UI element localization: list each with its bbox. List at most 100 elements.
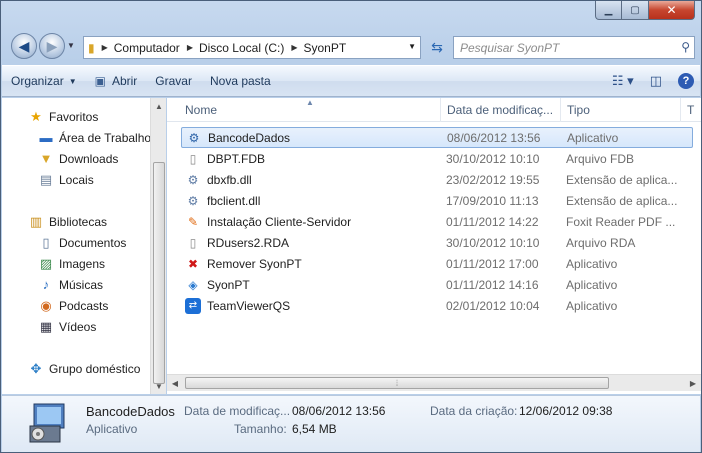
breadcrumb-computer[interactable]: Computador: [114, 41, 180, 55]
scroll-right-icon[interactable]: ▶: [685, 375, 701, 392]
nav-downloads-label: Downloads: [59, 151, 119, 166]
nav-vertical-scrollbar[interactable]: ▲ ▼: [150, 98, 166, 394]
file-name: Instalação Cliente-Servidor: [207, 214, 352, 229]
nav-music-label: Músicas: [59, 277, 104, 292]
documents-icon: ▯: [42, 234, 50, 250]
file-date: 01/11/2012 17:00: [446, 256, 539, 271]
scroll-up-icon[interactable]: ▲: [151, 98, 167, 114]
preview-pane-icon[interactable]: ◫: [650, 73, 662, 89]
help-icon[interactable]: ?: [678, 73, 694, 89]
search-input[interactable]: Pesquisar SyonPT ⚲: [453, 36, 695, 59]
navigation-pane: ★ Favoritos ▬ Área de Trabalho ▼ Downloa…: [2, 98, 166, 394]
nav-libraries-label: Bibliotecas: [49, 214, 108, 229]
file-date: 08/06/2012 13:56: [447, 130, 541, 145]
nav-videos[interactable]: ▦ Vídeos: [38, 316, 97, 337]
caption-buttons: ▁ ▢ ✕: [595, 1, 695, 21]
file-row[interactable]: ▯ DBPT.FDB 30/10/2012 10:10 Arquivo FDB: [181, 148, 693, 169]
file-row[interactable]: ✖ Remover SyonPT 01/11/2012 17:00 Aplica…: [181, 253, 693, 274]
file-row[interactable]: ▯ RDusers2.RDA 30/10/2012 10:10 Arquivo …: [181, 232, 693, 253]
nav-scroll-thumb[interactable]: [153, 162, 165, 384]
podcast-icon: ◉: [40, 297, 52, 313]
history-dropdown-icon[interactable]: ▼: [67, 41, 75, 50]
nav-favorites-label: Favoritos: [49, 109, 99, 124]
file-type: Extensão de aplica...: [566, 193, 678, 208]
scroll-down-icon[interactable]: ▼: [151, 378, 167, 394]
file-date: 30/10/2012 10:10: [446, 151, 540, 166]
libraries-icon: ▥: [29, 213, 43, 229]
blank-file-icon: ▯: [189, 235, 197, 250]
file-date: 01/11/2012 14:16: [446, 277, 539, 292]
breadcrumb-separator-icon[interactable]: ▶: [187, 43, 193, 52]
file-name: dbxfb.dll: [207, 172, 252, 187]
downloads-folder-icon: ▼: [39, 151, 53, 166]
burn-button[interactable]: Gravar: [146, 66, 201, 96]
teamviewer-icon: ⇄: [185, 297, 201, 314]
file-row[interactable]: ◈ SyonPT 01/11/2012 14:16 Aplicativo: [181, 274, 693, 295]
new-folder-button[interactable]: Nova pasta: [201, 66, 280, 96]
dll-icon: ⚙: [187, 193, 199, 208]
file-type: Arquivo RDA: [566, 235, 636, 250]
breadcrumb-separator-icon[interactable]: ▶: [291, 43, 297, 52]
search-placeholder: Pesquisar SyonPT: [460, 40, 560, 55]
nav-documents[interactable]: ▯ Documentos: [38, 232, 126, 253]
column-date[interactable]: Data de modificaç...: [441, 98, 561, 122]
breadcrumb-folder[interactable]: SyonPT: [303, 41, 346, 55]
column-date-label: Data de modificaç...: [447, 103, 554, 117]
address-dropdown-icon[interactable]: ▼: [408, 42, 416, 51]
nav-places-label: Locais: [59, 172, 94, 187]
view-options-icon[interactable]: ☷ ▾: [612, 73, 634, 89]
nav-homegroup[interactable]: ✥ Grupo doméstico: [28, 358, 141, 379]
open-button[interactable]: ▣ Abrir: [86, 66, 147, 96]
close-button[interactable]: ✕: [649, 1, 695, 20]
refresh-button[interactable]: ⇆: [425, 36, 449, 59]
nav-favorites[interactable]: ★ Favoritos: [28, 106, 98, 127]
horizontal-scroll-thumb[interactable]: ⦙: [185, 377, 609, 389]
blank-file-icon: ▯: [189, 151, 197, 166]
nav-downloads[interactable]: ▼ Downloads: [38, 148, 119, 169]
forward-button[interactable]: ▶: [39, 33, 65, 59]
refresh-icon: ⇆: [431, 39, 443, 55]
organize-label: Organizar: [11, 74, 64, 88]
nav-podcasts-label: Podcasts: [59, 298, 109, 313]
back-button[interactable]: ◀: [11, 33, 37, 59]
desktop-icon: ▬: [39, 130, 53, 145]
breadcrumb-separator-icon[interactable]: ▶: [102, 43, 108, 52]
open-label: Abrir: [111, 74, 138, 88]
nav-podcasts[interactable]: ◉ Podcasts: [38, 295, 108, 316]
nav-places[interactable]: ▤ Locais: [38, 169, 94, 190]
address-bar[interactable]: ▮ ▶ Computador ▶ Disco Local (C:) ▶ Syon…: [83, 36, 421, 59]
recent-places-icon: ▤: [39, 171, 53, 187]
column-name[interactable]: Nome: [179, 98, 441, 122]
file-row[interactable]: ⇄ TeamViewerQS 02/01/2012 10:04 Aplicati…: [181, 295, 693, 316]
column-type[interactable]: Tipo: [561, 98, 681, 122]
column-name-label: Nome: [185, 103, 218, 117]
file-row[interactable]: ⚙ BancodeDados 08/06/2012 13:56 Aplicati…: [181, 127, 693, 148]
file-name: SyonPT: [207, 277, 250, 292]
nav-libraries[interactable]: ▥ Bibliotecas: [28, 211, 107, 232]
scroll-left-icon[interactable]: ◀: [167, 375, 183, 392]
column-size[interactable]: T: [681, 98, 701, 122]
file-date: 02/01/2012 10:04: [446, 298, 540, 313]
maximize-button[interactable]: ▢: [622, 1, 649, 20]
nav-music[interactable]: ♪ Músicas: [38, 274, 103, 295]
search-icon[interactable]: ⚲: [681, 40, 690, 54]
horizontal-scrollbar[interactable]: ◀ ⦙ ▶: [167, 374, 701, 391]
file-list-pane: ▲ Nome Data de modificaç... Tipo T ⚙ Ban…: [167, 98, 701, 394]
nav-desktop[interactable]: ▬ Área de Trabalho: [38, 127, 151, 148]
organize-button[interactable]: Organizar ▼: [2, 66, 86, 96]
file-name: RDusers2.RDA: [207, 235, 290, 250]
file-row[interactable]: ⚙ fbclient.dll 17/09/2010 11:13 Extensão…: [181, 190, 693, 211]
uninstall-icon: ✖: [187, 256, 199, 271]
file-row[interactable]: ⚙ dbxfb.dll 23/02/2012 19:55 Extensão de…: [181, 169, 693, 190]
file-type: Foxit Reader PDF ...: [566, 214, 676, 229]
minimize-button[interactable]: ▁: [595, 1, 622, 20]
nav-desktop-label: Área de Trabalho: [59, 130, 150, 145]
breadcrumb-disk[interactable]: Disco Local (C:): [199, 41, 284, 55]
nav-images[interactable]: ▨ Imagens: [38, 253, 105, 274]
file-type: Arquivo FDB: [566, 151, 635, 166]
file-name: DBPT.FDB: [207, 151, 266, 166]
details-modified-value: 08/06/2012 13:56: [292, 404, 386, 418]
nav-images-label: Imagens: [59, 256, 106, 271]
details-size-label: Tamanho:: [234, 422, 287, 436]
file-row[interactable]: ✎ Instalação Cliente-Servidor 01/11/2012…: [181, 211, 693, 232]
